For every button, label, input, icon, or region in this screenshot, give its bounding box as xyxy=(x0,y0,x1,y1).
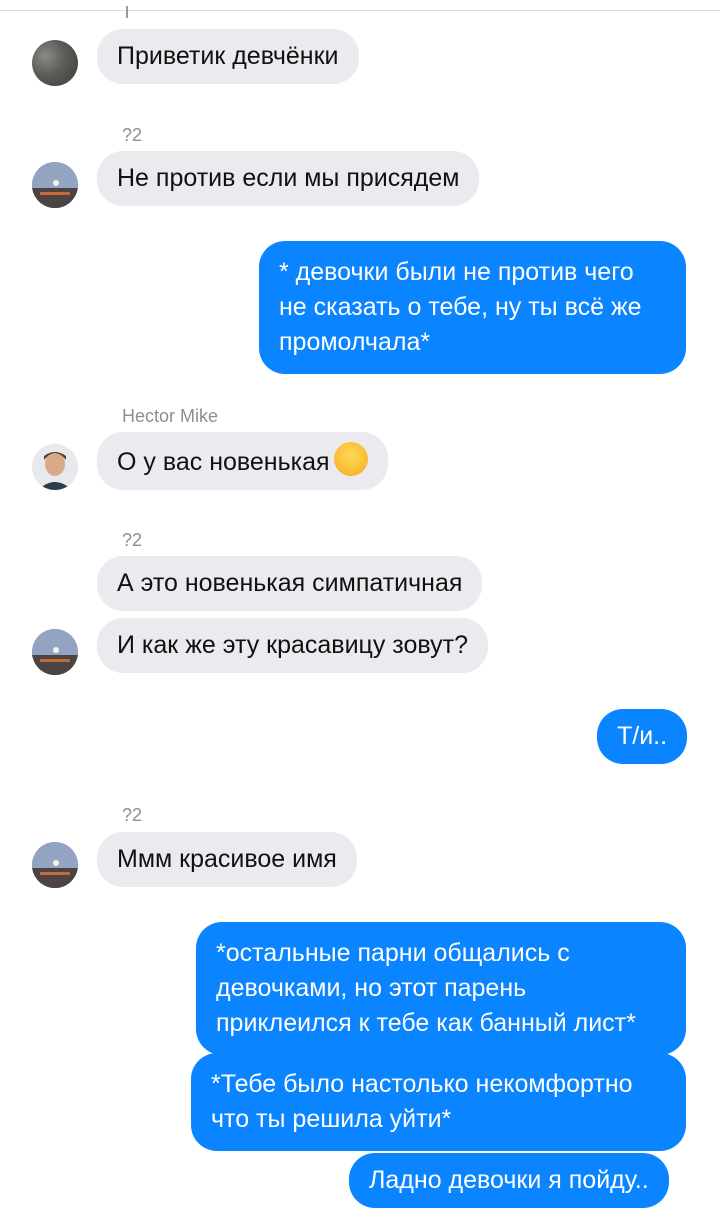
sender-name: ?2 xyxy=(122,530,143,550)
outgoing-message[interactable]: * девочки были не против чего не сказать… xyxy=(259,241,686,374)
scroll-marker xyxy=(126,6,128,18)
outgoing-message[interactable]: *Тебе было настолько некомфортно что ты … xyxy=(191,1053,686,1151)
incoming-message[interactable]: И как же эту красавицу зовут? xyxy=(97,618,488,673)
message-text: О у вас новенькая xyxy=(117,448,330,476)
avatar[interactable] xyxy=(32,40,78,86)
outgoing-message[interactable]: *остальные парни общались с девочками, н… xyxy=(196,922,686,1055)
avatar[interactable] xyxy=(32,444,78,490)
avatar-photo xyxy=(32,842,78,888)
avatar[interactable] xyxy=(32,842,78,888)
top-divider xyxy=(0,10,720,11)
sender-name: ?2 xyxy=(122,805,143,825)
smirking-face-icon xyxy=(333,442,368,476)
sender-name: Hector Mike xyxy=(122,406,219,426)
avatar[interactable] xyxy=(32,162,78,208)
outgoing-message[interactable]: Ладно девочки я пойду.. xyxy=(349,1153,669,1208)
incoming-message[interactable]: А это новенькая симпатичная xyxy=(97,556,483,611)
incoming-message[interactable]: О у вас новенькая xyxy=(97,432,388,490)
incoming-message[interactable]: Не против если мы присядем xyxy=(97,151,480,206)
incoming-message[interactable]: Ммм красивое имя xyxy=(97,832,357,887)
avatar-photo xyxy=(32,444,78,490)
avatar-photo xyxy=(32,162,78,208)
incoming-message[interactable]: Приветик девчёнки xyxy=(97,29,359,84)
sender-name: ?2 xyxy=(122,125,143,145)
avatar-photo xyxy=(32,629,78,675)
avatar[interactable] xyxy=(32,629,78,675)
outgoing-message[interactable]: Т/и.. xyxy=(597,709,688,764)
